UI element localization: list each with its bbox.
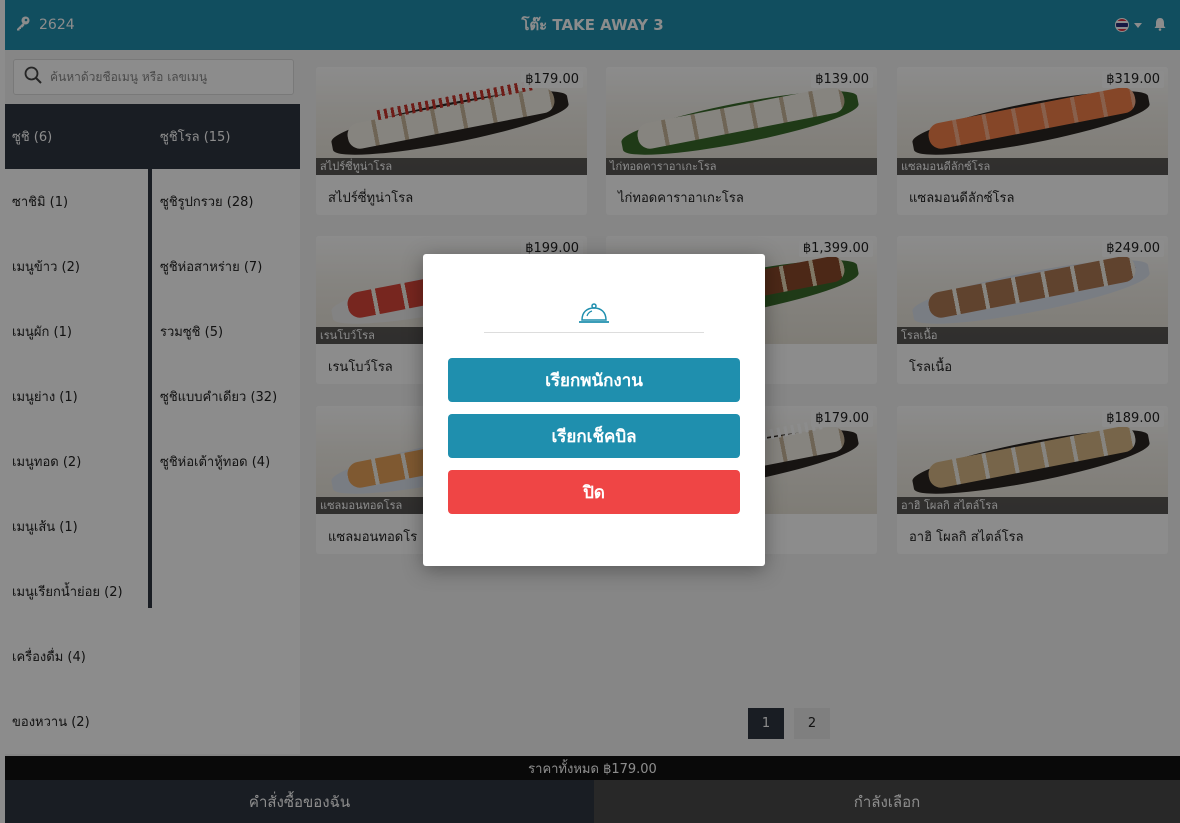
close-button[interactable]: ปิด xyxy=(448,470,740,514)
service-bell-icon xyxy=(577,302,611,330)
modal-divider xyxy=(484,332,704,333)
call-staff-button[interactable]: เรียกพนักงาน xyxy=(448,358,740,402)
service-modal: เรียกพนักงาน เรียกเช็คบิล ปิด xyxy=(423,254,765,566)
call-bill-button[interactable]: เรียกเช็คบิล xyxy=(448,414,740,458)
